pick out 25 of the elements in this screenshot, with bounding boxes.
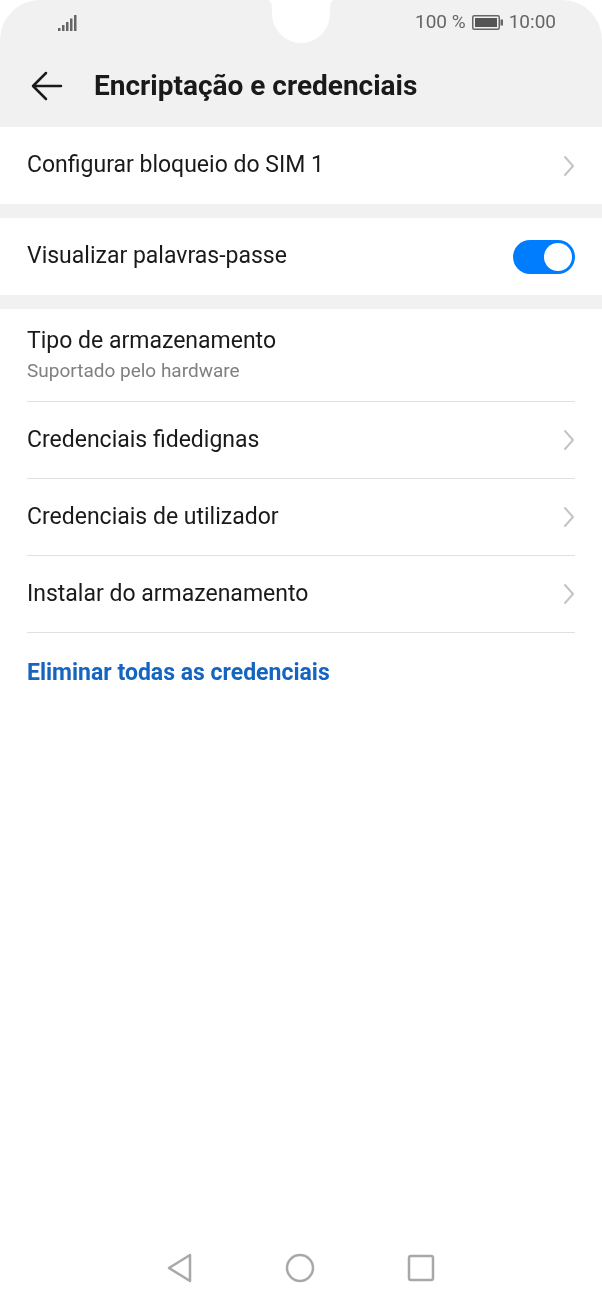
chevron-icon [563,583,575,605]
settings-item[interactable]: Configurar bloqueio do SIM 1 [27,127,575,204]
signal-icon [58,14,78,31]
item-label: Credenciais de utilizador [27,501,279,532]
settings-item[interactable]: Credenciais de utilizador [27,479,575,556]
toggle-switch[interactable] [513,239,575,274]
recents-nav-button[interactable] [407,1254,435,1282]
page-title: Encriptação e credenciais [94,67,418,104]
battery-percent: 100 % [415,9,466,36]
delete-credentials-link[interactable]: Eliminar todas as credenciais [27,655,330,691]
settings-item[interactable]: Instalar do armazenamento [27,556,575,633]
item-label: Visualizar palavras-passe [27,241,287,272]
clock: 10:00 [508,9,556,36]
home-nav-button[interactable] [285,1253,315,1283]
back-nav-button[interactable] [167,1253,193,1283]
chevron-icon [563,154,575,177]
chevron-icon [563,429,575,451]
settings-item[interactable]: Credenciais fidedignas [27,402,575,479]
item-subtitle: Suportado pelo hardware [27,359,241,383]
item-label: Credenciais fidedignas [27,424,260,455]
chevron-icon [563,506,575,528]
battery-icon [471,15,503,30]
item-label: Configurar bloqueio do SIM 1 [27,150,324,181]
item-label: Instalar do armazenamento [27,578,309,609]
item-label: Tipo de armazenamento [27,327,278,356]
